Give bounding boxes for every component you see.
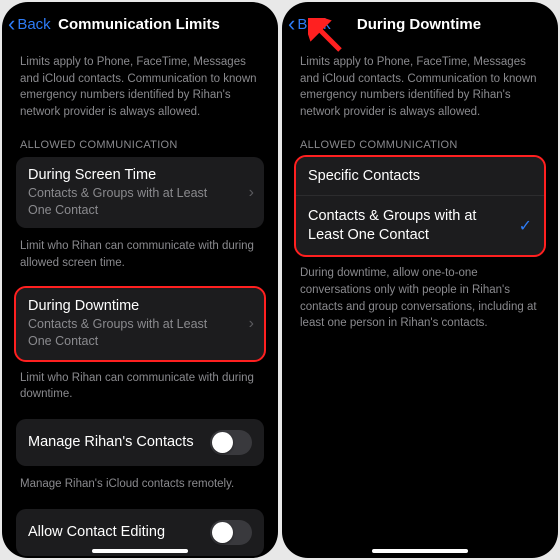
content: Limits apply to Phone, FaceTime, Message… — [282, 44, 558, 558]
intro-text: Limits apply to Phone, FaceTime, Message… — [16, 44, 264, 139]
section-header-allowed: ALLOWED COMMUNICATION — [296, 139, 544, 157]
footer-downtime: Limit who Rihan can communicate with dur… — [16, 366, 264, 419]
footer-screen-time: Limit who Rihan can communicate with dur… — [16, 234, 264, 287]
back-label: Back — [297, 16, 330, 33]
chevron-left-icon: ‹ — [8, 13, 15, 35]
footer-manage: Manage Rihan's iCloud contacts remotely. — [16, 472, 264, 509]
screen-communication-limits: ‹ Back Communication Limits Limits apply… — [2, 2, 278, 558]
navbar: ‹ Back During Downtime — [282, 2, 558, 44]
section-header-allowed: ALLOWED COMMUNICATION — [16, 139, 264, 157]
toggle-allow-editing[interactable] — [210, 520, 252, 545]
option-specific-contacts[interactable]: Specific Contacts — [296, 157, 544, 195]
page-title: Communication Limits — [58, 16, 220, 33]
row-title: During Downtime — [28, 298, 252, 314]
row-subtitle: Contacts & Groups with at Least One Cont… — [28, 316, 228, 350]
row-during-screen-time[interactable]: During Screen Time Contacts & Groups wit… — [16, 157, 264, 229]
back-button[interactable]: ‹ Back — [8, 13, 51, 35]
row-subtitle: Contacts & Groups with at Least One Cont… — [28, 185, 228, 219]
option-group: Specific Contacts Contacts & Groups with… — [296, 157, 544, 256]
toggle-knob — [212, 522, 233, 543]
back-label: Back — [17, 16, 50, 33]
footer-explain: During downtime, allow one-to-one conver… — [296, 261, 544, 348]
option-contacts-groups[interactable]: Contacts & Groups with at Least One Cont… — [296, 195, 544, 256]
chevron-right-icon: › — [249, 315, 254, 333]
row-label: Manage Rihan's Contacts — [28, 434, 194, 450]
row-manage-contacts[interactable]: Manage Rihan's Contacts — [16, 419, 264, 466]
chevron-right-icon: › — [249, 184, 254, 202]
home-indicator[interactable] — [372, 549, 468, 553]
home-indicator[interactable] — [92, 549, 188, 553]
toggle-knob — [212, 432, 233, 453]
screen-during-downtime: ‹ Back During Downtime Limits apply to P… — [282, 2, 558, 558]
option-label: Contacts & Groups with at Least One Cont… — [308, 207, 508, 245]
option-label: Specific Contacts — [308, 168, 532, 184]
back-button[interactable]: ‹ Back — [288, 13, 331, 35]
chevron-left-icon: ‹ — [288, 13, 295, 35]
toggle-manage-contacts[interactable] — [210, 430, 252, 455]
navbar: ‹ Back Communication Limits — [2, 2, 278, 44]
row-title: During Screen Time — [28, 167, 252, 183]
content: Limits apply to Phone, FaceTime, Message… — [2, 44, 278, 558]
page-title: During Downtime — [357, 16, 481, 33]
row-label: Allow Contact Editing — [28, 524, 165, 540]
row-during-downtime[interactable]: During Downtime Contacts & Groups with a… — [16, 288, 264, 360]
check-icon: ✓ — [519, 216, 532, 236]
intro-text: Limits apply to Phone, FaceTime, Message… — [296, 44, 544, 139]
